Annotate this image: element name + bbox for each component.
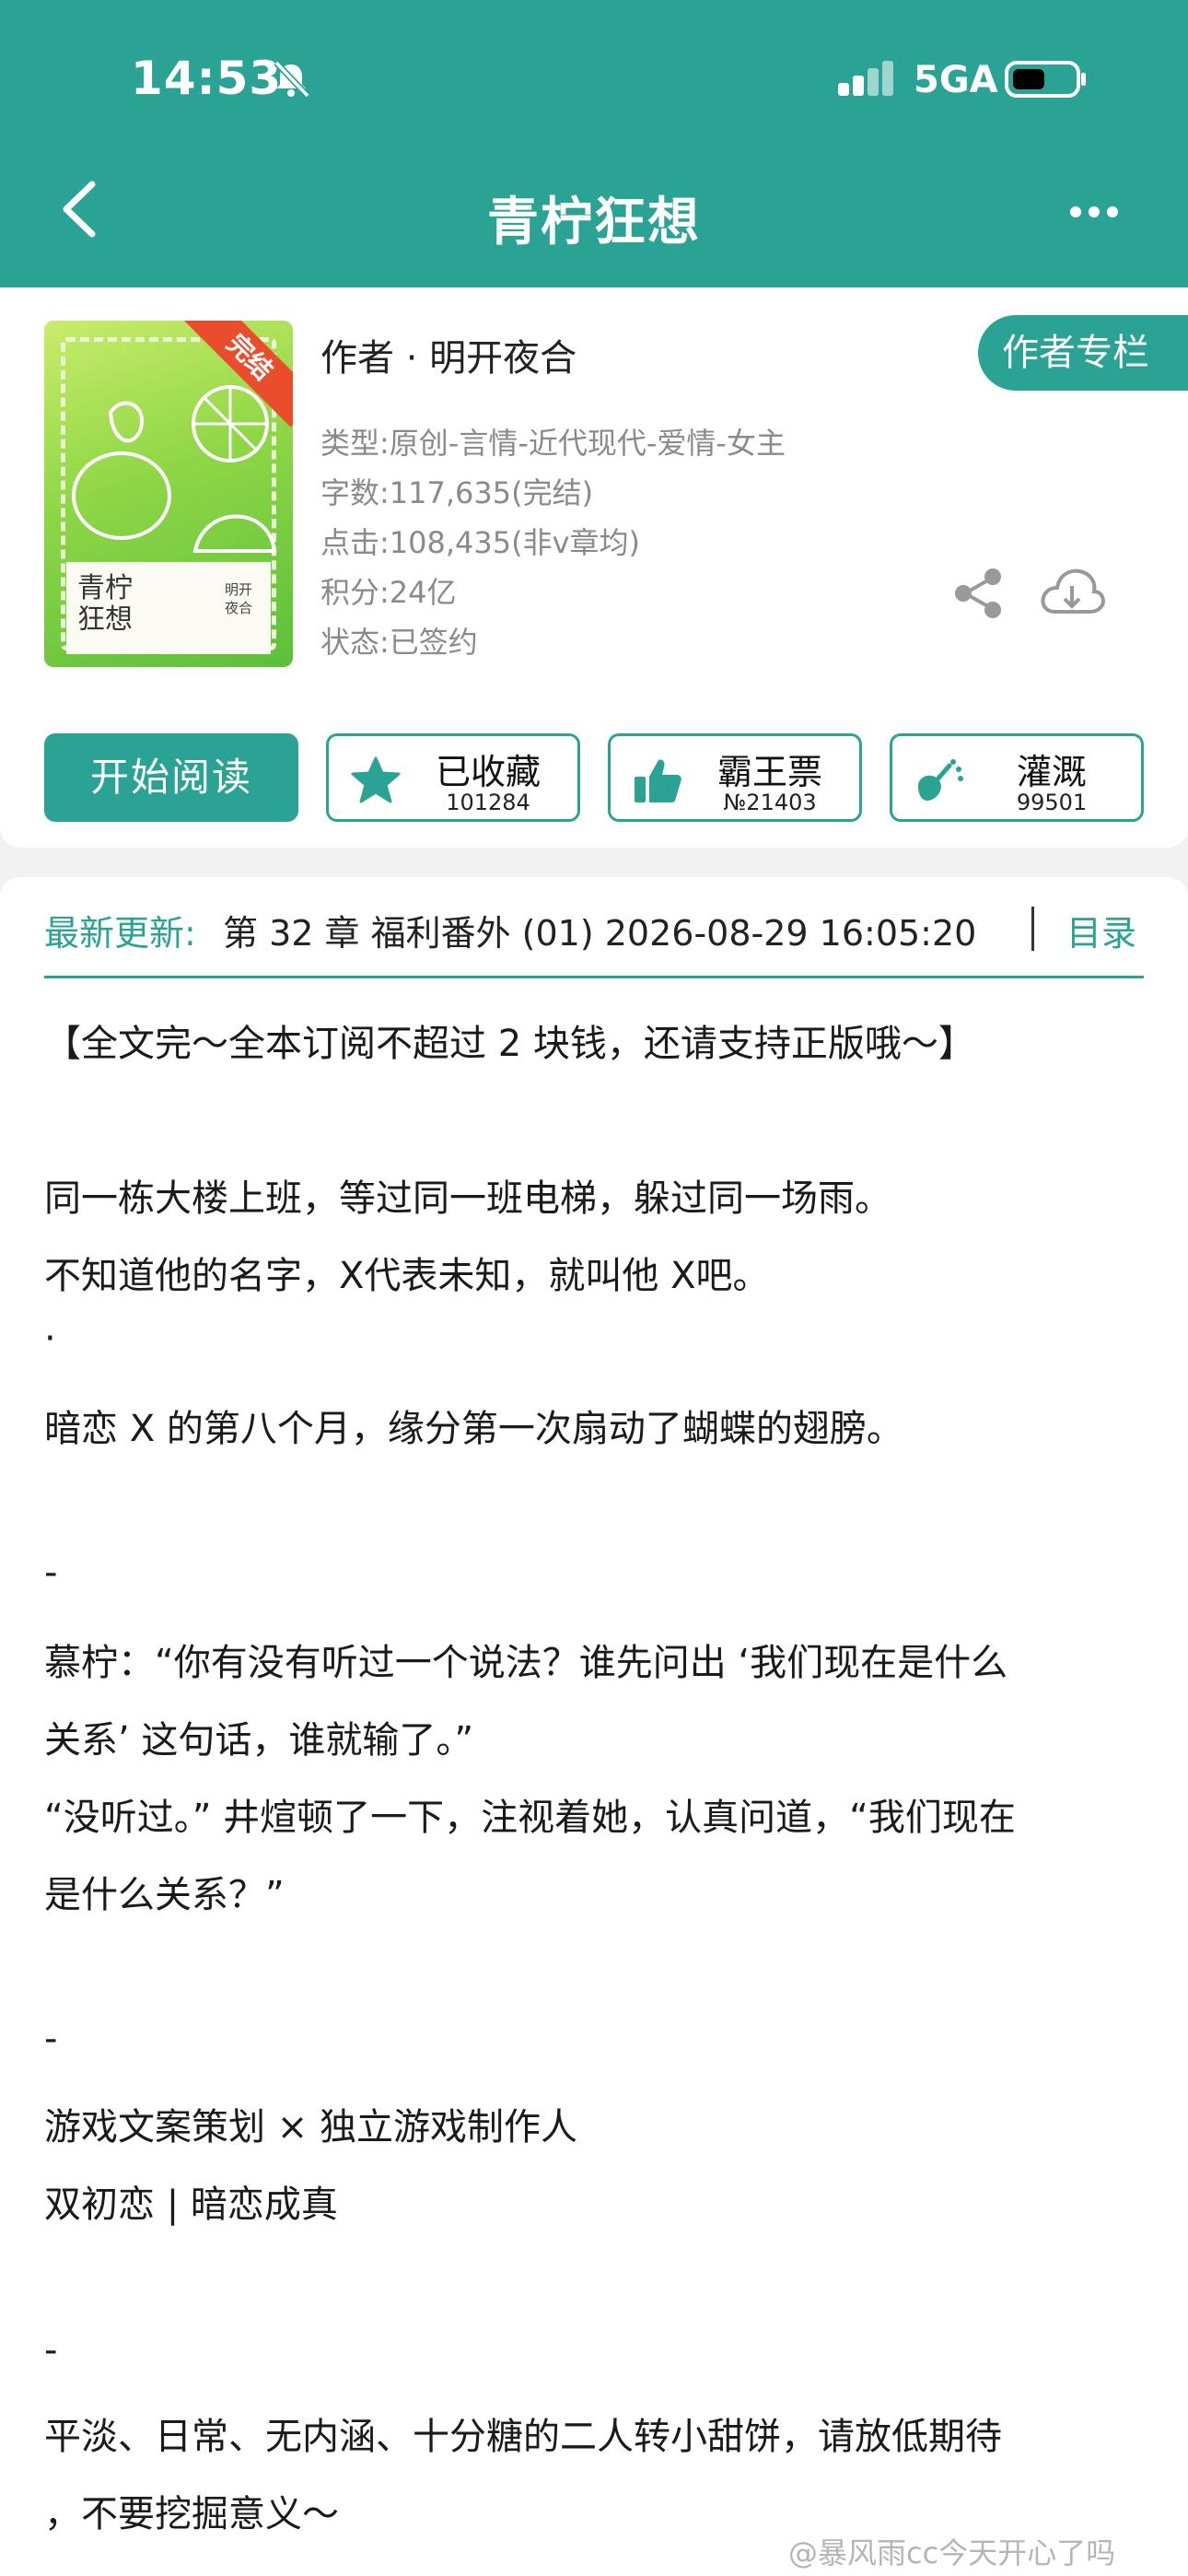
book-info-card: 青柠狂想 明开夜合 完结 作者 · 明开夜合 作者专栏 类型:原创-言情-近代现… xyxy=(0,287,1188,848)
summary-line: 双初恋 | 暗恋成真 xyxy=(44,2184,338,2226)
watermark: @暴风雨cc今天开心了吗 xyxy=(788,2535,1116,2570)
share-icon[interactable] xyxy=(950,566,1006,621)
summary-line: 平淡、日常、无内涵、十分糖的二人转小甜饼，请放低期待 xyxy=(44,2416,1002,2458)
summary-line: 同一栋大楼上班，等过同一班电梯，躲过同一场雨。 xyxy=(44,1177,891,1220)
top-bar: 14:53 5GA 青柠狂想 xyxy=(0,0,1188,287)
ticket-button[interactable]: 霸王票 №21403 xyxy=(608,733,862,822)
book-state: 状态:已签约 xyxy=(320,625,478,660)
book-type: 类型:原创-言情-近代现代-爱情-女主 xyxy=(320,426,786,461)
signal-icon xyxy=(838,61,893,96)
book-points: 积分:24亿 xyxy=(320,575,457,610)
summary-line: 游戏文案策划 × 独立游戏制作人 xyxy=(44,2106,577,2149)
status-time: 14:53 xyxy=(131,52,283,105)
page-title: 青柠狂想 xyxy=(487,193,701,252)
star-icon xyxy=(351,756,401,803)
start-reading-button[interactable]: 开始阅读 xyxy=(44,733,298,822)
network-label: 5GA xyxy=(914,59,998,101)
lemon-illustration-icon xyxy=(72,385,277,553)
thumbs-up-icon xyxy=(635,759,681,802)
watering-can-icon xyxy=(918,759,963,801)
ticket-label: 霸王票 xyxy=(716,752,822,792)
summary-line: 是什么关系？” xyxy=(44,1874,285,1916)
download-cloud-icon[interactable] xyxy=(1037,562,1107,623)
divider xyxy=(1031,907,1034,951)
water-button[interactable]: 灌溉 99501 xyxy=(890,733,1144,822)
author-column-button[interactable]: 作者专栏 xyxy=(978,315,1188,391)
summary-line: 暗恋 X 的第八个月，缘分第一次扇动了蝴蝶的翅膀。 xyxy=(44,1408,903,1450)
summary-line: 不知道他的名字，X代表未知，就叫他 X吧。 xyxy=(44,1255,770,1297)
summary-line: 【全文完～全本订阅不超过 2 块钱，还请支持正版哦～】 xyxy=(44,1023,975,1065)
author-name[interactable]: 作者 · 明开夜合 xyxy=(320,328,577,381)
collect-label: 已收藏 xyxy=(435,752,541,792)
summary-line: - xyxy=(44,1551,58,1594)
book-word-count: 字数:117,635(完结) xyxy=(320,475,594,510)
battery-icon xyxy=(1005,61,1086,98)
more-icon[interactable] xyxy=(1068,193,1120,230)
latest-update-row[interactable]: 最新更新: 第 32 章 福利番外 (01) 2026-08-29 16:05:… xyxy=(44,905,1144,978)
summary-line: - xyxy=(44,2329,58,2371)
cover-author: 明开夜合 xyxy=(225,581,253,616)
latest-update-label: 最新更新: xyxy=(44,913,196,954)
bell-muted-icon xyxy=(274,60,310,99)
summary-line: 关系’ 这句话，谁就输了。” xyxy=(44,1719,474,1762)
water-count: 99501 xyxy=(1016,790,1088,815)
summary-line: “没听过。” 井煊顿了一下，注视着她，认真问道，“我们现在 xyxy=(44,1797,1016,1839)
summary-line: - xyxy=(44,2018,58,2060)
water-label: 灌溉 xyxy=(1016,752,1087,792)
collect-button[interactable]: 已收藏 101284 xyxy=(326,733,580,822)
summary-line: 慕柠：“你有没有听过一个说法？谁先问出 ‘我们现在是什么 xyxy=(44,1642,1008,1684)
cover-title: 青柠狂想 xyxy=(77,572,133,636)
ticket-count: №21403 xyxy=(723,790,817,815)
summary-line: · xyxy=(44,1317,56,1360)
latest-chapter-link[interactable]: 第 32 章 福利番外 (01) 2026-08-29 16:05:20 xyxy=(223,905,976,955)
book-cover[interactable]: 青柠狂想 明开夜合 完结 xyxy=(44,321,293,667)
book-clicks: 点击:108,435(非v章均) xyxy=(320,525,641,560)
collect-count: 101284 xyxy=(446,790,530,815)
table-of-contents-link[interactable]: 目录 xyxy=(1066,905,1136,955)
